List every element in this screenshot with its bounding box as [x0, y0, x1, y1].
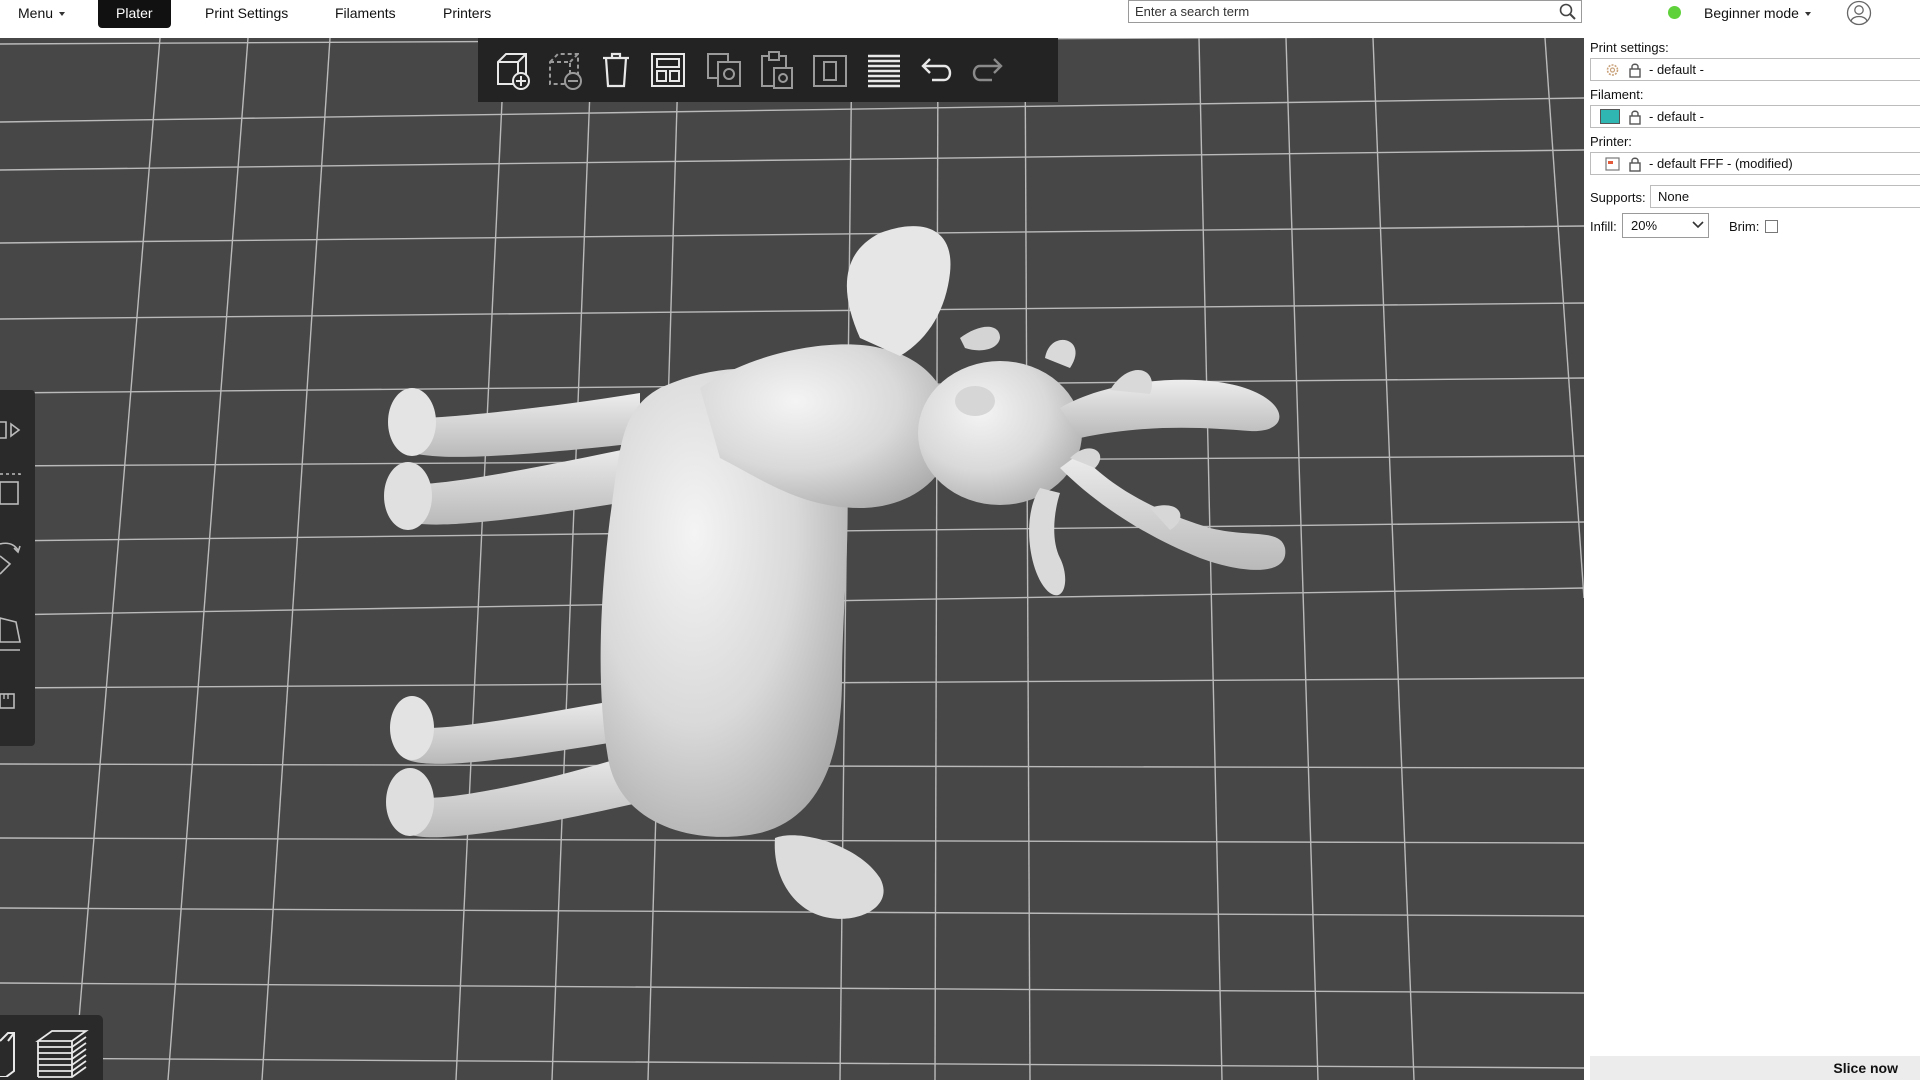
- chevron-down-icon: [1692, 221, 1704, 229]
- printer-icon: [1605, 157, 1620, 171]
- tab-plater[interactable]: Plater: [98, 0, 171, 28]
- infill-combo[interactable]: 20%: [1622, 213, 1709, 238]
- printer-label: Printer:: [1590, 134, 1632, 149]
- preview-layers-icon[interactable]: [34, 1027, 90, 1080]
- arrange-icon[interactable]: [644, 46, 692, 94]
- redo-icon[interactable]: [964, 46, 1012, 94]
- undo-icon[interactable]: [912, 46, 960, 94]
- tab-print-settings-label: Print Settings: [205, 5, 289, 21]
- infill-value: 20%: [1631, 218, 1658, 233]
- lock-icon: [1629, 110, 1641, 125]
- chevron-down-icon: [59, 12, 66, 17]
- supports-combo[interactable]: None: [1650, 185, 1920, 208]
- infill-label: Infill:: [1590, 219, 1617, 234]
- top-bar: Menu Plater Print Settings Filaments Pri…: [0, 0, 1920, 38]
- lock-icon: [1629, 157, 1641, 172]
- delete-object-icon[interactable]: [540, 46, 588, 94]
- user-icon[interactable]: [1846, 0, 1872, 26]
- view-toggle: [0, 1015, 103, 1080]
- copy-icon[interactable]: [700, 46, 748, 94]
- gizmo-toolbar: [0, 390, 35, 746]
- filament-combo[interactable]: - default -: [1590, 105, 1920, 128]
- scale-icon[interactable]: [0, 468, 28, 508]
- brim-checkbox[interactable]: [1765, 220, 1778, 233]
- brim-label: Brim:: [1729, 219, 1760, 234]
- menu-button[interactable]: Menu: [0, 0, 83, 28]
- mode-selector[interactable]: Beginner mode: [1704, 0, 1811, 26]
- filament-label: Filament:: [1590, 87, 1644, 102]
- lock-icon: [1629, 63, 1641, 78]
- plater-toolbar: [478, 38, 1058, 102]
- split-layers-icon[interactable]: [860, 46, 908, 94]
- tab-printers[interactable]: Printers: [425, 0, 509, 28]
- cut-icon[interactable]: [0, 680, 28, 720]
- 3d-viewport[interactable]: [0, 38, 1584, 1080]
- tab-print-settings[interactable]: Print Settings: [187, 0, 306, 28]
- slice-now-button[interactable]: Slice now: [1590, 1056, 1920, 1080]
- add-object-icon[interactable]: [488, 46, 536, 94]
- add-instance-icon[interactable]: [806, 46, 854, 94]
- print-settings-value: - default -: [1649, 62, 1704, 77]
- filament-value: - default -: [1649, 109, 1704, 124]
- connection-status-icon: [1668, 6, 1681, 19]
- tab-filaments-label: Filaments: [335, 5, 396, 21]
- rotate-icon[interactable]: [0, 538, 28, 578]
- filament-color-swatch-icon: [1600, 109, 1620, 124]
- sidebar-panel: Print settings: - default - Filament: - …: [1584, 38, 1920, 1080]
- menu-label: Menu: [18, 5, 54, 21]
- paste-icon[interactable]: [752, 46, 800, 94]
- supports-value: None: [1658, 189, 1690, 204]
- move-icon[interactable]: [0, 410, 28, 450]
- delete-all-icon[interactable]: [592, 46, 640, 94]
- printer-value: - default FFF - (modified): [1649, 156, 1793, 171]
- deer-model[interactable]: [384, 226, 1286, 919]
- tab-plater-label: Plater: [116, 5, 153, 21]
- printer-combo[interactable]: - default FFF - (modified): [1590, 152, 1920, 175]
- mode-label: Beginner mode: [1704, 5, 1799, 21]
- search-icon[interactable]: [1558, 2, 1578, 22]
- search-box: [1128, 0, 1582, 23]
- 3d-view-icon[interactable]: [0, 1027, 22, 1077]
- tab-printers-label: Printers: [443, 5, 492, 21]
- gear-icon: [1606, 64, 1619, 76]
- search-input[interactable]: [1135, 3, 1545, 20]
- tab-filaments[interactable]: Filaments: [317, 0, 414, 28]
- bed-grid: [0, 38, 1584, 1080]
- place-on-face-icon[interactable]: [0, 612, 28, 652]
- chevron-down-icon: [1804, 12, 1811, 17]
- print-settings-combo[interactable]: - default -: [1590, 58, 1920, 81]
- print-settings-label: Print settings:: [1590, 40, 1669, 55]
- supports-label: Supports:: [1590, 190, 1646, 205]
